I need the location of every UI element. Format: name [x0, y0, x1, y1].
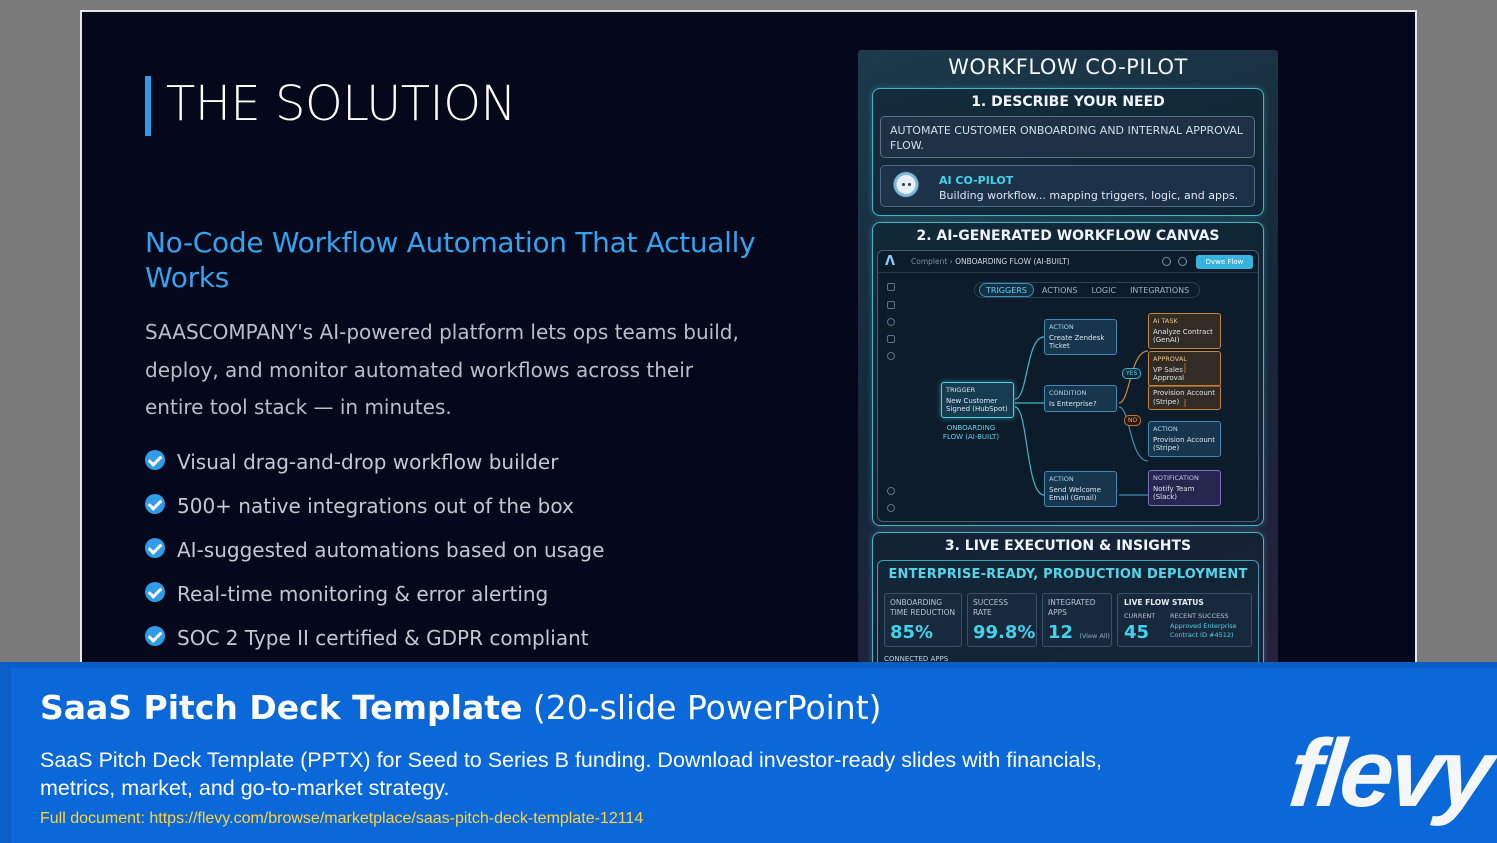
node-kind: CONDITION	[1049, 389, 1087, 397]
robot-icon	[891, 171, 921, 201]
node-kind: ACTION	[1153, 425, 1178, 433]
current-value: 45	[1124, 622, 1150, 643]
title-accent-bar	[145, 76, 151, 136]
check-icon	[145, 450, 165, 470]
metric-value: 85%	[890, 622, 934, 643]
node-kind: NOTIFICATION	[1153, 474, 1199, 482]
slide-title: THE SOLUTION	[166, 76, 516, 132]
footer-link[interactable]: Full document: https://flevy.com/browse/…	[40, 810, 643, 828]
node-kind: TRIGGER	[946, 386, 976, 394]
node-text: VP Sales Approval	[1153, 365, 1185, 383]
feature-item: AI-suggested automations based on usage	[145, 528, 604, 572]
panel-heading: 1. DESCRIBE YOUR NEED	[971, 94, 1165, 110]
feature-label: Real-time monitoring & error alerting	[177, 582, 549, 606]
node-notification[interactable]: NOTIFICATION Notify Team (Slack)	[1148, 470, 1221, 506]
feature-item: SOC 2 Type II certified & GDPR compliant	[145, 616, 604, 660]
node-text: Provision Account (Stripe)	[1153, 389, 1215, 406]
node-kind: ACTION	[1049, 475, 1074, 483]
metric-card: INTEGRATED APPS 12 (View All)	[1042, 593, 1112, 647]
node-kind: AI TASK	[1153, 317, 1178, 325]
live-title: LIVE FLOW STATUS	[1124, 598, 1204, 607]
node-text: Analyze Contract (GenAI)	[1153, 327, 1213, 345]
yes-badge: YES	[1122, 368, 1142, 379]
metric-label: SUCCESS RATE	[973, 598, 1008, 617]
metric-label: ONBOARDING TIME REDUCTION	[890, 598, 956, 617]
connector	[1014, 406, 1045, 496]
node-text: Is Enterprise?	[1049, 399, 1097, 408]
recent-label: RECENT SUCCESS	[1170, 612, 1229, 620]
feature-label: 500+ native integrations out of the box	[177, 494, 574, 518]
ai-name: AI CO-PILOT	[939, 174, 1014, 187]
node-approval[interactable]: APPROVAL VP Sales Approval	[1148, 351, 1221, 387]
slide-body: SAASCOMPANY's AI-powered platform lets o…	[145, 320, 739, 419]
flevy-logo[interactable]: flevy	[1284, 720, 1494, 827]
need-input[interactable]: AUTOMATE CUSTOMER ONBOARDING AND INTERNA…	[880, 116, 1255, 158]
panel-heading: 3. LIVE EXECUTION & INSIGHTS	[944, 538, 1192, 554]
footer-title-light: (20-slide PowerPoint)	[532, 688, 882, 727]
feature-label: Visual drag-and-drop workflow builder	[177, 450, 559, 474]
slide-subtitle: No-Code Workflow Automation That Actuall…	[145, 226, 756, 294]
feature-item: Visual drag-and-drop workflow builder	[145, 440, 604, 484]
footer-title-bold: SaaS Pitch Deck Template	[40, 688, 523, 727]
footer-description: SaaS Pitch Deck Template (PPTX) for Seed…	[40, 748, 1102, 800]
ai-copilot-message: AI CO-PILOT Building workflow... mapping…	[880, 165, 1255, 207]
slide: THE SOLUTION No-Code Workflow Automation…	[80, 10, 1417, 670]
workflow-canvas-panel: 2. AI-GENERATED WORKFLOW CANVAS Λ Comple…	[872, 222, 1264, 526]
node-action-provision[interactable]: ACTION Provision Account (Stripe)	[1148, 421, 1221, 457]
feature-label: SOC 2 Type II certified & GDPR compliant	[177, 626, 589, 650]
node-ai-task[interactable]: AI TASK Analyze Contract (GenAI)	[1148, 313, 1221, 349]
view-all-link[interactable]: (View All)	[1079, 632, 1110, 640]
node-action-welcome[interactable]: ACTION Send Welcome Email (Gmail)	[1044, 471, 1117, 507]
node-text: Provision Account (Stripe)	[1153, 435, 1215, 453]
check-icon	[145, 626, 165, 646]
no-badge: NO	[1124, 415, 1142, 426]
metric-number: 12	[1048, 622, 1074, 643]
flow-label: ONBOARDING FLOW (AI-BUILT)	[942, 424, 1000, 441]
node-text: Send Welcome Email (Gmail)	[1049, 485, 1101, 503]
node-condition[interactable]: CONDITION Is Enterprise?	[1044, 385, 1117, 412]
panel-heading: 2. AI-GENERATED WORKFLOW CANVAS	[916, 228, 1220, 244]
recent-value: Approved Enterprise Contract ID #4512)	[1170, 622, 1237, 639]
feature-label: AI-suggested automations based on usage	[177, 538, 605, 562]
node-trigger[interactable]: TRIGGER New Customer Signed (HubSpot)	[941, 382, 1014, 418]
metric-value: 99.8%	[973, 622, 1036, 643]
current-label: CURRENT	[1124, 612, 1156, 620]
workflow-copilot-mockup: WORKFLOW CO-PILOT 1. DESCRIBE YOUR NEED …	[858, 50, 1278, 668]
node-kind: ACTION	[1049, 323, 1074, 331]
node-kind: APPROVAL	[1153, 355, 1187, 363]
metric-card: SUCCESS RATE 99.8%	[967, 593, 1037, 647]
footer-title: SaaS Pitch Deck Template (20-slide Power…	[40, 688, 882, 727]
live-flow-status: LIVE FLOW STATUS CURRENT RECENT SUCCESS …	[1117, 593, 1252, 647]
check-icon	[145, 538, 165, 558]
describe-need-panel: 1. DESCRIBE YOUR NEED AUTOMATE CUSTOMER …	[872, 88, 1264, 216]
feature-item: Real-time monitoring & error alerting	[145, 572, 604, 616]
mockup-title: WORKFLOW CO-PILOT	[948, 55, 1188, 79]
feature-item: 500+ native integrations out of the box	[145, 484, 604, 528]
enterprise-banner: ENTERPRISE-READY, PRODUCTION DEPLOYMENT	[888, 567, 1248, 582]
enterprise-box: ENTERPRISE-READY, PRODUCTION DEPLOYMENT …	[877, 560, 1259, 668]
feature-list: Visual drag-and-drop workflow builder 50…	[145, 440, 604, 660]
metric-label: INTEGRATED APPS	[1048, 598, 1096, 617]
ai-message: Building workflow... mapping triggers, l…	[939, 189, 1239, 202]
workflow-canvas: Λ Complent › ONBOARDING FLOW (AI-BUILT) …	[877, 250, 1259, 522]
check-icon	[145, 494, 165, 514]
connector	[1014, 336, 1045, 400]
metric-value: 12 (View All)	[1048, 622, 1110, 643]
metric-card: ONBOARDING TIME REDUCTION 85%	[884, 593, 962, 647]
live-execution-panel: 3. LIVE EXECUTION & INSIGHTS ENTERPRISE-…	[872, 532, 1264, 668]
node-provision-yes[interactable]: Provision Account (Stripe)	[1148, 385, 1221, 410]
node-action-zendesk[interactable]: ACTION Create Zendesk Ticket	[1044, 319, 1117, 355]
check-icon	[145, 582, 165, 602]
node-text: Notify Team (Slack)	[1153, 484, 1195, 502]
node-text: New Customer Signed (HubSpot)	[946, 396, 1008, 414]
node-text: Create Zendesk Ticket	[1049, 333, 1105, 351]
